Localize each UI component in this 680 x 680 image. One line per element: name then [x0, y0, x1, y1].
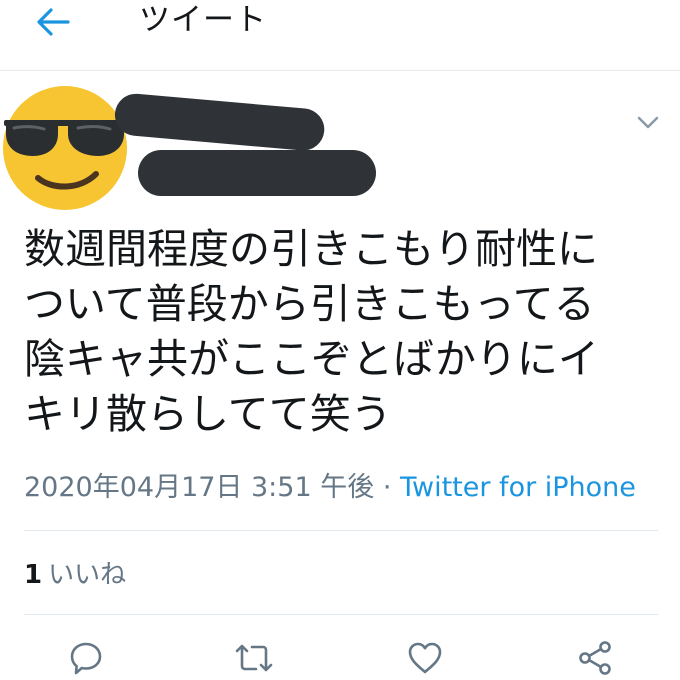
tweet-text-line: 陰キャ共がここぞとばかりにイ: [24, 335, 599, 383]
reply-icon: [70, 642, 102, 675]
likes-label: いいね: [48, 560, 127, 590]
meta-separator: ·: [374, 472, 400, 503]
likes-count: 1: [24, 560, 43, 590]
redacted-display-name: [113, 92, 327, 153]
share-button[interactable]: [573, 636, 617, 680]
like-button[interactable]: [403, 636, 447, 680]
top-app-bar: ツイート: [0, 0, 680, 71]
back-button[interactable]: [30, 2, 76, 42]
page-title: ツイート: [139, 2, 267, 38]
tweet-action-bar: [0, 636, 680, 680]
tweet-text-line: キリ散らしてて笑う: [24, 390, 392, 438]
tweet-detail-page: ツイート 数週間程度の引きこもり耐性に ついて普段から引きこもってる 陰キャ共が…: [0, 0, 680, 680]
tweet-text: 数週間程度の引きこもり耐性に ついて普段から引きこもってる 陰キャ共がここぞとば…: [24, 222, 664, 442]
likes-stat[interactable]: 1 いいね: [24, 555, 126, 595]
tweet-text-line: ついて普段から引きこもってる: [24, 280, 595, 328]
tweet-text-line: 数週間程度の引きこもり耐性に: [24, 225, 598, 273]
redacted-username: [138, 150, 376, 196]
tweet-metadata: 2020年04月17日 3:51 午後 · Twitter for iPhone: [24, 468, 636, 508]
divider: [24, 530, 658, 531]
arrow-left-icon: [37, 8, 70, 36]
heart-icon: [408, 642, 442, 674]
reply-button[interactable]: [64, 636, 108, 680]
share-icon: [579, 641, 611, 675]
tweet-timestamp: 2020年04月17日 3:51 午後: [24, 472, 375, 503]
divider: [24, 614, 658, 615]
avatar[interactable]: [0, 82, 130, 212]
tweet-source-link[interactable]: Twitter for iPhone: [400, 472, 636, 503]
tweet-options-button[interactable]: [634, 112, 662, 134]
chevron-down-icon: [637, 116, 659, 129]
retweet-icon: [235, 644, 273, 672]
retweet-button[interactable]: [232, 636, 276, 680]
